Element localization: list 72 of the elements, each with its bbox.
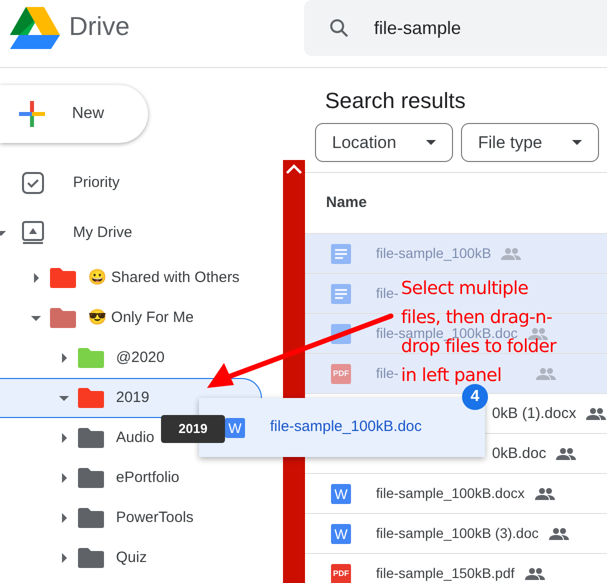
people-icon [586, 408, 606, 420]
caret-right-icon[interactable] [59, 353, 69, 363]
people-icon [524, 568, 545, 580]
folder-label: ePortfolio [116, 468, 180, 488]
people-icon [556, 448, 576, 460]
caret-down-icon [572, 140, 582, 145]
pdf-file-icon: PDF [331, 564, 351, 583]
file-name: file-sample_100kB [376, 247, 492, 260]
nav-item[interactable]: Priority [0, 158, 283, 208]
checkbox-icon [22, 172, 44, 194]
word-file-icon: W [225, 418, 245, 438]
drive-icon [22, 221, 44, 245]
tooltip: 2019 [161, 415, 225, 443]
annotation-line: Select multiple [401, 281, 528, 297]
folder-row[interactable]: @2020 [0, 338, 283, 378]
drag-file-name: file-sample_100kB.doc [270, 417, 422, 438]
annotation-line: drop files to folder [401, 339, 556, 355]
file-name: 0kB (1).docx [492, 406, 576, 421]
folder-row[interactable]: 😀 Shared with Others [0, 258, 283, 298]
search-text: file-sample [374, 16, 462, 40]
people-icon [528, 328, 548, 340]
caret-right-icon[interactable] [59, 433, 69, 443]
filter-chip[interactable]: Location [315, 123, 453, 162]
caret-right-icon[interactable] [31, 273, 41, 283]
folder-label: PowerTools [116, 508, 194, 528]
app-name: Drive [69, 10, 130, 43]
word-file-icon: W [331, 484, 351, 504]
folder-label: Audio [116, 428, 154, 448]
folder-label: Quiz [116, 548, 147, 568]
annotation-line: in left panel [401, 368, 502, 384]
file-name: file-sample_150kB.pdf [376, 567, 515, 580]
caret-down-icon[interactable] [31, 313, 41, 323]
caret-right-icon[interactable] [59, 473, 69, 483]
folder-label: @2020 [116, 348, 165, 368]
people-icon [548, 528, 569, 540]
pdf-file-icon: PDF [331, 364, 351, 384]
folder-row[interactable]: Quiz [0, 538, 283, 578]
file-name: file- [376, 367, 399, 380]
file-name: file- [376, 287, 399, 300]
caret-down-icon[interactable] [59, 393, 69, 403]
folder-row[interactable]: PowerTools [0, 498, 283, 538]
caret-down-icon [426, 140, 436, 145]
new-button[interactable]: New [0, 85, 148, 143]
people-icon [534, 488, 555, 500]
word-file-icon: W [331, 524, 351, 544]
file-name: file-sample_100kB.docx [376, 487, 525, 500]
caret-right-icon[interactable] [59, 513, 69, 523]
file-name: file-sample_100kB.doc [376, 327, 518, 340]
drive-logo-icon [10, 4, 60, 48]
file-name: file-sample_100kB (3).doc [376, 527, 539, 540]
folder-label: 😀 Shared with Others [88, 268, 240, 288]
nav-label: Priority [73, 172, 120, 193]
document-icon [331, 284, 351, 304]
caret-right-icon[interactable] [59, 553, 69, 563]
folder-row[interactable]: 😎 Only For Me [0, 298, 283, 338]
document-icon [331, 244, 351, 264]
folder-label: 2019 [116, 388, 150, 408]
search-field[interactable]: file-sample [304, 0, 607, 56]
file-name: 0kB.doc [492, 446, 546, 461]
plus-icon [17, 99, 47, 129]
chevron-up-icon[interactable] [286, 164, 302, 174]
folder-row[interactable]: ePortfolio [0, 458, 283, 498]
column-header[interactable]: Name [326, 192, 367, 214]
nav-item[interactable]: My Drive [0, 208, 283, 258]
folder-label: 😎 Only For Me [88, 308, 194, 328]
nav-label: My Drive [73, 222, 132, 243]
search-icon[interactable] [328, 17, 350, 39]
people-icon [501, 248, 522, 260]
filter-chip[interactable]: File type [461, 123, 599, 162]
results-title: Search results [324, 87, 467, 115]
people-icon [536, 368, 556, 380]
word-file-icon [331, 324, 351, 344]
